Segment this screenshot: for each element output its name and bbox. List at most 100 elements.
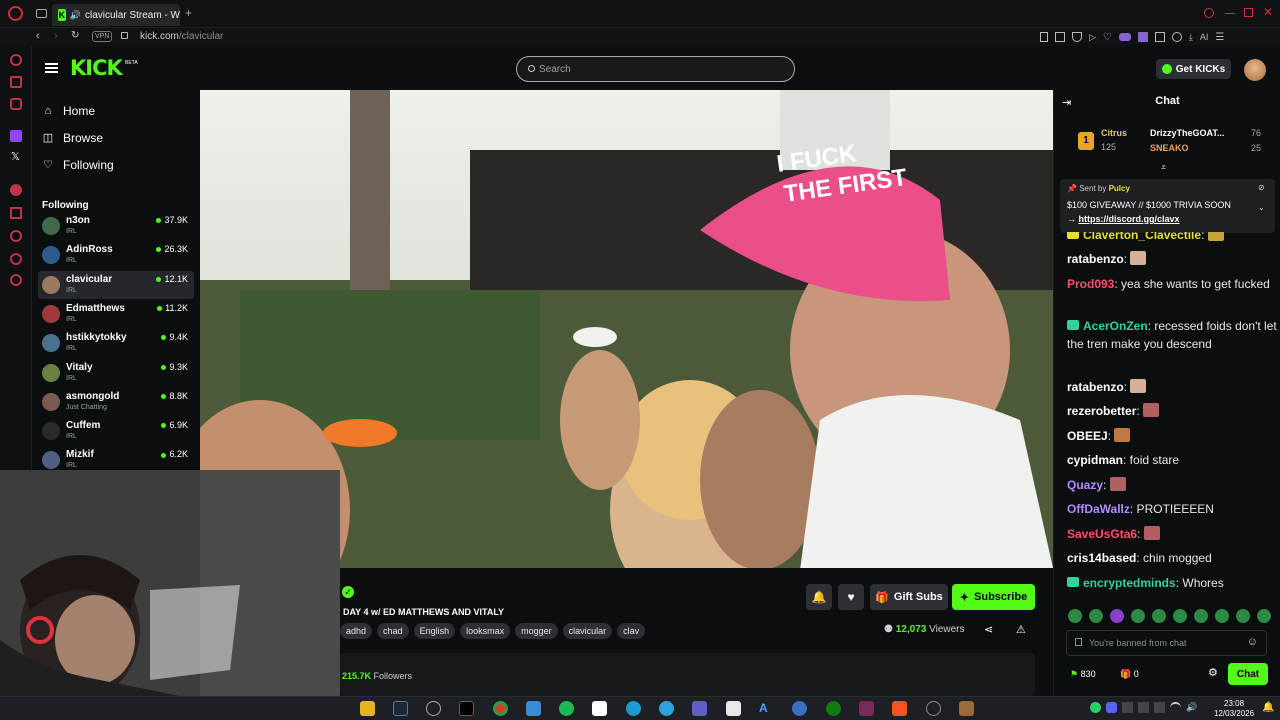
chat-message[interactable]: OffDaWallz: PROTIEEEEN: [1067, 500, 1277, 518]
vpn-badge[interactable]: VPN: [92, 31, 113, 42]
opera-logo-icon[interactable]: [8, 6, 23, 21]
paint-icon[interactable]: [959, 701, 974, 716]
chat-username[interactable]: Quazy: [1067, 478, 1103, 492]
extensions-icons[interactable]: ▷ ♡ ⤓ AI ☰: [1040, 31, 1260, 43]
obs-icon[interactable]: [792, 701, 807, 716]
shield-icon[interactable]: [1072, 32, 1082, 42]
rail-instagram-icon[interactable]: [10, 98, 22, 110]
stream-tag[interactable]: chad: [377, 623, 409, 639]
stream-tag[interactable]: clavicular: [562, 623, 613, 639]
rail-messenger-icon[interactable]: [10, 76, 22, 88]
rail-twitch-icon[interactable]: [10, 130, 22, 142]
chat-message[interactable]: ratabenzo:: [1067, 378, 1277, 396]
chat-send-button[interactable]: Chat: [1228, 663, 1268, 685]
search-tabs-icon[interactable]: [1204, 8, 1214, 18]
chat-username[interactable]: encryptedminds: [1083, 576, 1176, 590]
stream-tag[interactable]: mogger: [515, 623, 558, 639]
chat-message[interactable]: cris14based: chin mogged: [1067, 549, 1277, 567]
search-input[interactable]: Search: [516, 56, 795, 82]
tiktok-icon[interactable]: [459, 701, 474, 716]
nav-following[interactable]: ♡ Following: [42, 158, 114, 172]
share-icon[interactable]: ⋖: [984, 623, 993, 636]
reload-icon[interactable]: ↻: [71, 30, 79, 41]
puzzle-icon[interactable]: [1154, 32, 1165, 42]
tab-manager-icon[interactable]: [36, 9, 47, 18]
steam-icon[interactable]: [393, 701, 408, 716]
rail-music-icon[interactable]: [10, 184, 22, 196]
rail-settings-icon[interactable]: [10, 274, 22, 286]
notification-bell-icon[interactable]: 🔔: [1262, 702, 1274, 713]
rail-extensions-icon[interactable]: [10, 253, 22, 265]
download-icon[interactable]: ⤓: [1189, 32, 1193, 43]
follow-button[interactable]: ♥: [838, 584, 864, 610]
tray-app-icon[interactable]: [1122, 702, 1133, 713]
chat-username[interactable]: cypidman: [1067, 453, 1123, 467]
notepad-icon[interactable]: [726, 701, 741, 716]
chat-username[interactable]: ratabenzo: [1067, 252, 1124, 266]
speaker-icon[interactable]: 🔊: [70, 10, 81, 21]
chat-message[interactable]: ratabenzo:: [1067, 250, 1277, 268]
followed-channel-vitaly[interactable]: Vitaly IRL 9.3K: [38, 359, 194, 387]
rail-player-icon[interactable]: [10, 207, 22, 219]
system-tray[interactable]: 🔊: [1090, 702, 1205, 715]
discord-icon[interactable]: [1106, 702, 1117, 713]
chat-message[interactable]: encryptedminds: Whores: [1067, 574, 1277, 592]
maximize-button[interactable]: [1244, 8, 1253, 17]
chat-input[interactable]: You're banned from chat ☺: [1066, 630, 1267, 656]
unpin-icon[interactable]: ⊘: [1258, 183, 1265, 192]
back-icon[interactable]: ‹: [36, 30, 40, 42]
emote-icon[interactable]: [1089, 609, 1103, 623]
emote-icon[interactable]: [1236, 609, 1250, 623]
spotify-icon[interactable]: [559, 701, 574, 716]
gifts-count[interactable]: 🎁 0: [1120, 669, 1139, 680]
ai-icon[interactable]: AI: [1200, 32, 1209, 42]
chat-username[interactable]: ratabenzo: [1067, 380, 1124, 394]
stream-tag[interactable]: looksmax: [460, 623, 511, 639]
font-app-icon[interactable]: A: [759, 701, 774, 716]
close-window-button[interactable]: ✕: [1263, 5, 1273, 19]
followed-channel-n3on[interactable]: n3on IRL 37.9K: [38, 212, 194, 240]
emote-icon[interactable]: [1173, 609, 1187, 623]
followed-channel-asmongold[interactable]: asmongold Just Chatting 8.8K: [38, 388, 194, 416]
profile-icon[interactable]: [1171, 32, 1182, 42]
expand-leaderboard-icon[interactable]: ⩡: [1161, 162, 1166, 173]
emote-picker-icon[interactable]: ☺: [1247, 636, 1258, 648]
heart-icon[interactable]: ♡: [1103, 32, 1112, 43]
extension-ffz-icon[interactable]: [1137, 32, 1148, 42]
stream-tag[interactable]: adhd: [340, 623, 373, 639]
snapshot-icon[interactable]: [1055, 32, 1065, 42]
emote-icon[interactable]: [1152, 609, 1166, 623]
play-icon[interactable]: ▷: [1089, 32, 1096, 43]
emote-icon[interactable]: [1068, 609, 1082, 623]
chat-username[interactable]: Claverton_Clavectile: [1083, 232, 1201, 242]
channel-points[interactable]: ⚑ 830: [1070, 669, 1096, 680]
chat-message[interactable]: Claverton_Clavectile:: [1067, 232, 1277, 244]
emote-icon[interactable]: [1194, 609, 1208, 623]
wifi-icon[interactable]: [1170, 702, 1181, 713]
edge-icon[interactable]: [626, 701, 641, 716]
followed-channel-clavicular[interactable]: clavicular IRL 12.1K: [38, 270, 194, 299]
chrome-icon[interactable]: [493, 701, 508, 716]
rail-x-icon[interactable]: 𝕏: [11, 150, 20, 163]
chat-message[interactable]: cypidman: foid stare: [1067, 451, 1277, 469]
teams-icon[interactable]: [692, 701, 707, 716]
followed-channel-edmatthews[interactable]: Edmatthews IRL 11.2K: [38, 300, 194, 328]
tray-app-icon[interactable]: [1154, 702, 1165, 713]
gift-subs-button[interactable]: 🎁 Gift Subs: [870, 584, 948, 610]
rail-history-icon[interactable]: [10, 230, 22, 242]
chat-username[interactable]: Prod093: [1067, 277, 1114, 291]
chat-settings-icon[interactable]: ⚙: [1208, 666, 1218, 679]
photos-icon[interactable]: [526, 701, 541, 716]
pinned-link[interactable]: → https://discord.gg/clavx: [1067, 214, 1180, 224]
new-tab-button[interactable]: +: [185, 6, 192, 20]
folder-icon[interactable]: [360, 701, 375, 716]
chat-username[interactable]: cris14based: [1067, 551, 1136, 565]
chat-message[interactable]: AcerOnZen: recessed foids don't let the …: [1067, 317, 1277, 353]
user-avatar[interactable]: [1244, 59, 1266, 81]
xbox-icon[interactable]: [826, 701, 841, 716]
brave-icon[interactable]: [892, 701, 907, 716]
emote-icon[interactable]: [1110, 609, 1124, 623]
telegram-icon[interactable]: [659, 701, 674, 716]
kick-logo[interactable]: KICK: [70, 56, 123, 80]
pinned-message[interactable]: 📌 Sent by Pulcy $100 GIVEAWAY // $1000 T…: [1060, 179, 1275, 233]
